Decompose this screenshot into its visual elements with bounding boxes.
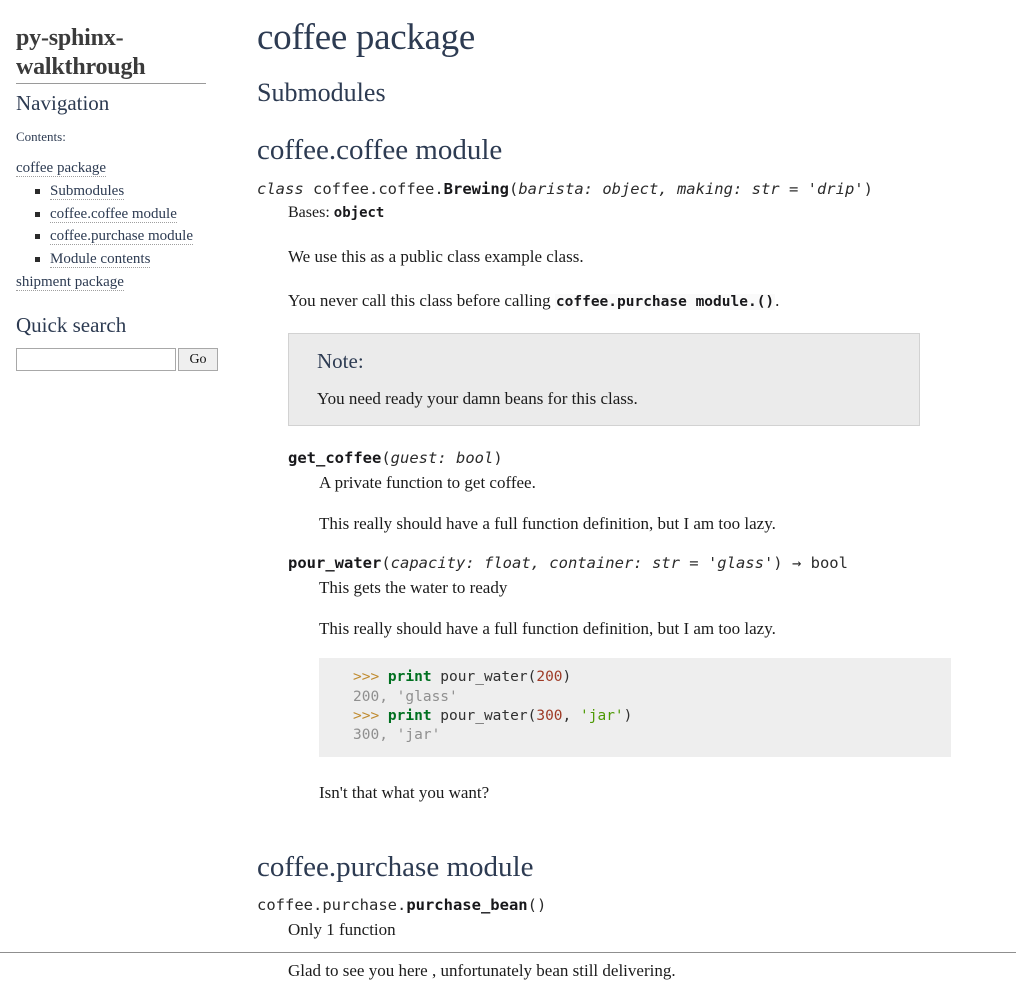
code-number: 300 xyxy=(536,708,563,725)
function-close-paren: ) xyxy=(536,896,547,915)
class-warning-paragraph: You never call this class before calling… xyxy=(288,289,976,313)
coffee-purchase-module-heading: coffee.purchase module xyxy=(257,850,534,883)
toc-link-module-contents[interactable]: Module contents xyxy=(50,251,151,269)
toc-item-coffee-coffee-module: coffee.coffee module xyxy=(35,203,236,226)
code-output-line: 200, 'glass' xyxy=(353,688,458,705)
search-input[interactable] xyxy=(16,347,176,371)
inline-code-reference: coffee.purchase module.() xyxy=(554,293,776,310)
class-body: Bases: object We use this as a public cl… xyxy=(257,202,976,805)
method-open-paren: ( xyxy=(381,449,391,468)
code-prompt: >>> xyxy=(353,669,388,686)
method-return-annotation: → bool xyxy=(782,554,848,573)
code-string: 'jar' xyxy=(580,708,624,725)
method-signature-get-coffee: get_coffee(guest: bool) xyxy=(288,448,976,469)
page-title: coffee package xyxy=(257,17,475,58)
class-name: Brewing xyxy=(443,180,509,199)
toc-link-coffee-package[interactable]: coffee package xyxy=(16,160,107,178)
method-signature-pour-water: pour_water(capacity: float, container: s… xyxy=(288,553,976,574)
method-name: pour_water xyxy=(288,554,382,573)
closing-paragraph: Isn't that what you want? xyxy=(319,782,490,802)
method-close-paren: ) xyxy=(773,554,783,573)
method-close-paren: ) xyxy=(493,449,503,468)
class-close-paren: ) xyxy=(863,180,873,199)
sidebar: py-sphinx-walkthrough Navigation Content… xyxy=(0,0,250,371)
class-keyword: class xyxy=(257,180,313,199)
code-function-name: pour_water xyxy=(431,669,528,686)
class-bases: Bases: object xyxy=(288,202,976,225)
toc-item-submodules: Submodules xyxy=(35,180,236,203)
class-open-paren: ( xyxy=(508,180,519,199)
class-prefix: coffee.coffee. xyxy=(313,180,444,199)
toc-link-shipment-package[interactable]: shipment package xyxy=(16,274,124,292)
quick-search-heading: Quick search xyxy=(16,312,127,337)
toc-sublist-coffee-package: Submodules coffee.coffee module coffee.p… xyxy=(16,180,236,271)
note-admonition: Note: You need ready your damn beans for… xyxy=(288,332,920,427)
warning-text-pre: You never call this class before calling xyxy=(288,290,555,310)
method-params: capacity: float, container: str = 'glass… xyxy=(390,554,774,573)
code-number: 200 xyxy=(536,669,563,686)
code-keyword: print xyxy=(387,708,432,725)
toc-link-coffee-coffee-module[interactable]: coffee.coffee module xyxy=(50,205,177,223)
warning-text-post: . xyxy=(775,290,780,310)
code-separator: , xyxy=(562,708,581,725)
search-go-button[interactable]: Go xyxy=(178,347,218,371)
bases-label: Bases: xyxy=(288,203,334,221)
site-title-link[interactable]: py-sphinx-walkthrough xyxy=(16,24,206,84)
function-description-2: Glad to see you here , unfortunately bea… xyxy=(288,961,676,981)
method-description-2: This really should have a full function … xyxy=(319,514,776,534)
code-output-line: 300, 'jar' xyxy=(353,727,441,744)
class-description-paragraph: We use this as a public class example cl… xyxy=(288,246,584,266)
main-content: coffee package Submodules coffee.coffee … xyxy=(250,0,1016,1000)
toc-item-shipment-package: shipment package xyxy=(16,271,236,294)
function-open-paren: ( xyxy=(527,896,537,915)
class-signature: class coffee.coffee.Brewing(barista: obj… xyxy=(257,179,976,200)
class-params: barista: object, making: str = 'drip' xyxy=(518,180,864,199)
method-body-get-coffee: A private function to get coffee. This r… xyxy=(288,471,976,536)
coffee-coffee-module-heading: coffee.coffee module xyxy=(257,133,503,166)
function-prefix: coffee.purchase. xyxy=(257,896,407,915)
toc-item-module-contents: Module contents xyxy=(35,248,236,271)
toc-link-coffee-purchase-module[interactable]: coffee.purchase module xyxy=(50,228,193,246)
table-of-contents: coffee package Submodules coffee.coffee … xyxy=(16,157,236,294)
method-params: guest: bool xyxy=(390,449,494,468)
code-example-block: >>> print pour_water(200) 200, 'glass' >… xyxy=(319,658,951,757)
search-form: Go xyxy=(16,347,218,371)
submodules-heading: Submodules xyxy=(257,78,386,108)
contents-label: Contents: xyxy=(16,128,66,144)
note-title: Note: xyxy=(317,348,364,373)
method-open-paren: ( xyxy=(381,554,391,573)
toc-item-coffee-purchase-module: coffee.purchase module xyxy=(35,225,236,248)
method-name: get_coffee xyxy=(288,449,382,468)
method-description-1: This gets the water to ready xyxy=(319,578,508,598)
function-signature-purchase-bean: coffee.purchase.purchase_bean() xyxy=(257,895,976,916)
method-description-1: A private function to get coffee. xyxy=(319,473,536,493)
code-close-paren: ) xyxy=(623,708,633,725)
navigation-heading: Navigation xyxy=(16,90,110,115)
documentation-page: py-sphinx-walkthrough Navigation Content… xyxy=(0,0,1016,980)
code-function-name: pour_water xyxy=(431,708,528,725)
code-close-paren: ) xyxy=(562,669,572,686)
function-description-1: Only 1 function xyxy=(288,920,396,940)
method-description-2: This really should have a full function … xyxy=(319,619,776,639)
bases-value: object xyxy=(333,204,385,221)
code-prompt: >>> xyxy=(353,708,388,725)
toc-link-submodules[interactable]: Submodules xyxy=(50,182,125,200)
code-keyword: print xyxy=(387,669,432,686)
function-name: purchase_bean xyxy=(406,896,528,915)
method-body-pour-water: This gets the water to ready This really… xyxy=(288,576,976,805)
function-body-purchase-bean: Only 1 function Glad to see you here , u… xyxy=(257,918,976,983)
note-body: You need ready your damn beans for this … xyxy=(317,389,638,408)
toc-item-coffee-package: coffee package Submodules coffee.coffee … xyxy=(16,157,236,271)
